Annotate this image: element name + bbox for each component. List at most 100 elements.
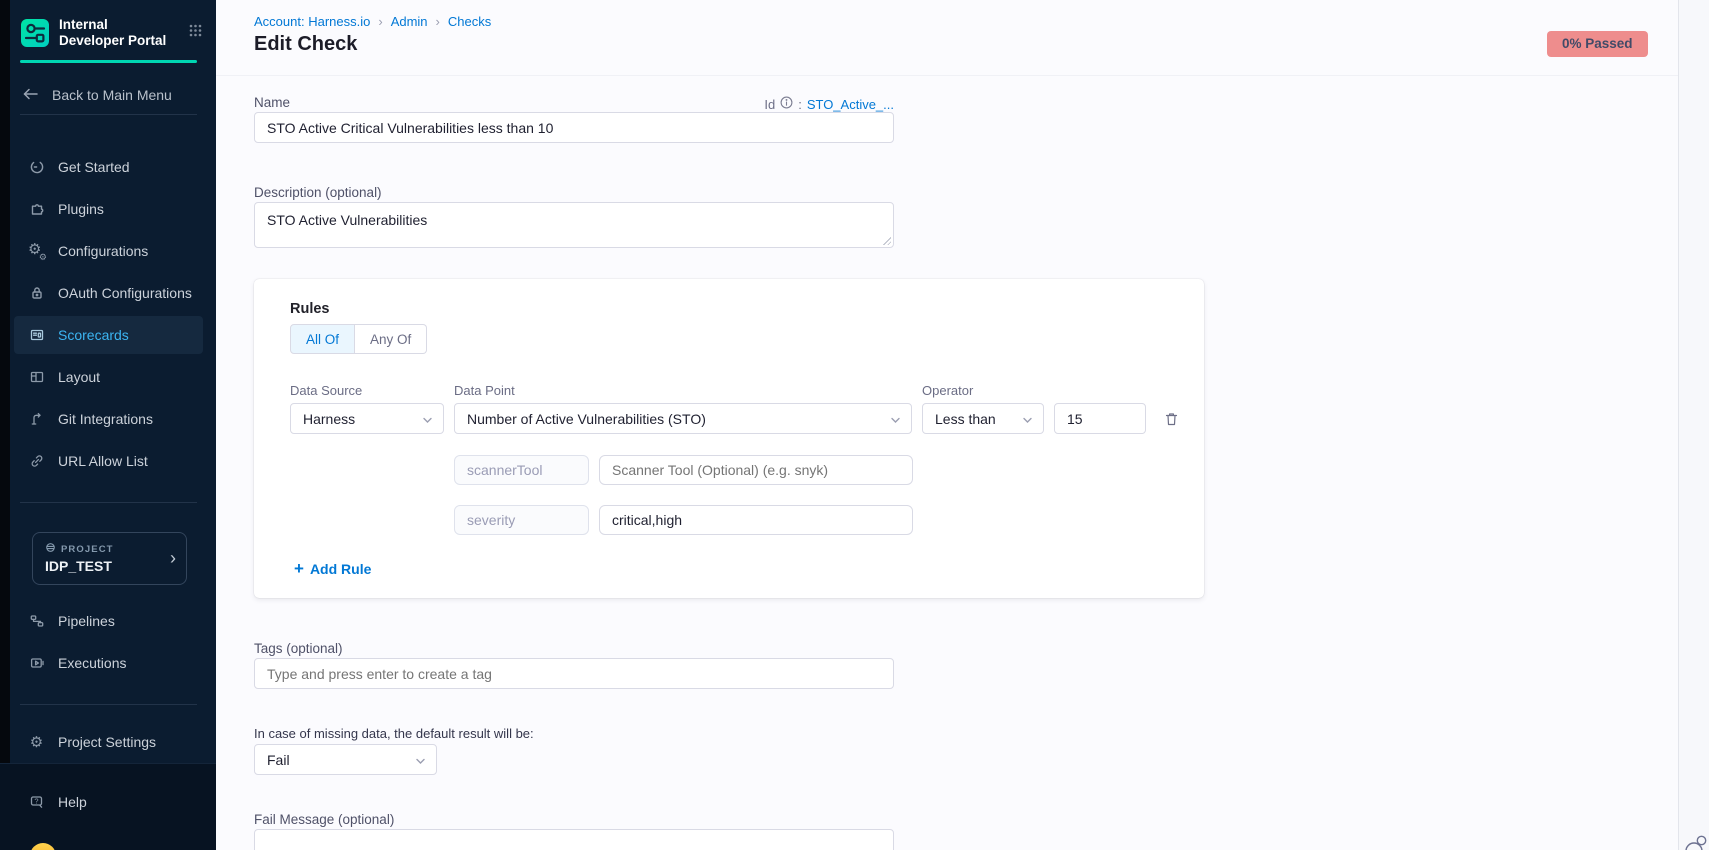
project-name: IDP_TEST	[45, 558, 112, 574]
sidebar-item-scorecards[interactable]: Scorecards	[14, 316, 203, 354]
data-point-column-label: Data Point	[454, 383, 515, 398]
delete-rule-button[interactable]	[1157, 405, 1185, 433]
rules-card: Rules All Of Any Of Data Source Data Poi…	[254, 279, 1204, 598]
plugins-icon	[28, 201, 45, 217]
tags-input[interactable]	[254, 658, 894, 689]
id-row: Id : STO_Active_...	[254, 96, 894, 112]
executions-icon	[28, 655, 45, 671]
sidebar-item-label: Project Settings	[58, 734, 156, 750]
data-source-value: Harness	[303, 411, 355, 427]
page-title: Edit Check	[254, 33, 357, 56]
tab-any-of[interactable]: Any Of	[355, 324, 427, 354]
get-started-icon	[28, 159, 45, 175]
header-divider	[216, 75, 1678, 76]
sidebar-item-label: Get Started	[58, 159, 130, 175]
sidebar-item-label: Plugins	[58, 201, 104, 217]
operator-select[interactable]: Less than	[922, 403, 1044, 434]
missing-data-label: In case of missing data, the default res…	[254, 726, 534, 741]
description-textarea[interactable]: STO Active Vulnerabilities	[254, 202, 894, 248]
nav-rail	[0, 0, 10, 763]
name-input[interactable]	[254, 112, 894, 143]
add-rule-button[interactable]: + Add Rule	[294, 561, 371, 577]
trash-icon	[1164, 411, 1179, 427]
divider	[20, 502, 197, 503]
data-point-value: Number of Active Vulnerabilities (STO)	[467, 411, 706, 427]
sidebar-item-label: Git Integrations	[58, 411, 153, 427]
divider	[20, 114, 197, 115]
sidebar-item-executions[interactable]: Executions	[14, 644, 203, 682]
param-key-severity: severity	[454, 505, 589, 535]
back-arrow-icon	[22, 87, 39, 104]
right-gutter	[1678, 0, 1709, 850]
sidebar-item-project-settings[interactable]: ⚙ Project Settings	[14, 723, 203, 761]
breadcrumb-checks-link[interactable]: Checks	[448, 14, 491, 29]
data-point-select[interactable]: Number of Active Vulnerabilities (STO)	[454, 403, 912, 434]
sidebar-item-url-allow-list[interactable]: URL Allow List	[14, 442, 203, 480]
idp-logo-icon	[20, 18, 50, 48]
accent-underline	[20, 60, 197, 63]
description-label: Description (optional)	[254, 185, 382, 200]
chevron-down-icon	[415, 752, 426, 768]
chevron-down-icon	[890, 411, 901, 427]
info-icon[interactable]	[780, 96, 793, 112]
scanner-tool-input[interactable]	[599, 455, 913, 485]
module-grid-icon[interactable]	[189, 24, 202, 42]
back-label: Back to Main Menu	[52, 87, 172, 103]
app-window: Internal Developer Portal Back to Main M…	[0, 0, 1709, 850]
layout-icon	[28, 369, 45, 385]
sidebar-item-pipelines[interactable]: Pipelines	[14, 602, 203, 640]
sidebar: Internal Developer Portal Back to Main M…	[0, 0, 216, 850]
tab-all-of[interactable]: All Of	[290, 324, 355, 354]
git-branch-icon	[28, 411, 45, 427]
sidebar-item-label: Configurations	[58, 243, 148, 259]
chevron-down-icon	[1022, 411, 1033, 427]
sidebar-item-plugins[interactable]: Plugins	[14, 190, 203, 228]
threshold-value-input[interactable]	[1054, 403, 1146, 434]
breadcrumb-admin-link[interactable]: Admin	[391, 14, 428, 29]
id-colon: :	[798, 97, 802, 112]
param-key-scannertool: scannerTool	[454, 455, 589, 485]
sidebar-item-help[interactable]: ? Help	[14, 783, 203, 821]
pipelines-icon	[28, 613, 45, 629]
sidebar-item-git-integrations[interactable]: Git Integrations	[14, 400, 203, 438]
rules-mode-tabs: All Of Any Of	[290, 324, 427, 354]
data-source-column-label: Data Source	[290, 383, 362, 398]
link-icon	[28, 453, 45, 469]
tags-label: Tags (optional)	[254, 641, 343, 656]
help-widget-icon[interactable]	[1682, 833, 1709, 850]
sidebar-item-label: Layout	[58, 369, 100, 385]
sidebar-item-label: Scorecards	[58, 327, 129, 343]
breadcrumb-separator: ›	[436, 14, 440, 29]
id-label: Id	[764, 97, 775, 112]
breadcrumb-separator: ›	[378, 14, 382, 29]
default-result-select[interactable]: Fail	[254, 744, 437, 775]
chevron-right-icon: ›	[170, 547, 176, 569]
sidebar-item-oauth-configurations[interactable]: OAuth Configurations	[14, 274, 203, 312]
plus-icon: +	[294, 561, 304, 577]
data-source-select[interactable]: Harness	[290, 403, 444, 434]
operator-value: Less than	[935, 411, 996, 427]
sidebar-item-label: Executions	[58, 655, 126, 671]
severity-input[interactable]	[599, 505, 913, 535]
project-selector[interactable]: PROJECT IDP_TEST ›	[32, 532, 187, 585]
id-value[interactable]: STO_Active_...	[807, 97, 894, 112]
sidebar-item-label: URL Allow List	[58, 453, 148, 469]
sidebar-item-layout[interactable]: Layout	[14, 358, 203, 396]
svg-text:?: ?	[34, 797, 38, 806]
divider	[20, 704, 197, 705]
sidebar-item-get-started[interactable]: Get Started	[14, 148, 203, 186]
default-result-value: Fail	[267, 752, 290, 768]
fail-message-label: Fail Message (optional)	[254, 812, 394, 827]
breadcrumb: Account: Harness.io › Admin › Checks	[254, 14, 491, 29]
sidebar-item-configurations[interactable]: ⚙ ⚙ Configurations	[14, 232, 203, 270]
passed-status-badge: 0% Passed	[1547, 31, 1648, 57]
gears-icon: ⚙ ⚙	[28, 243, 45, 260]
breadcrumb-account-link[interactable]: Account: Harness.io	[254, 14, 370, 29]
gear-icon: ⚙	[28, 735, 45, 750]
rules-title: Rules	[290, 301, 330, 317]
help-icon: ?	[28, 794, 45, 810]
sidebar-item-label: OAuth Configurations	[58, 285, 192, 301]
sidebar-item-label: Pipelines	[58, 613, 115, 629]
back-to-main-menu-button[interactable]: Back to Main Menu	[22, 80, 172, 110]
fail-message-textarea[interactable]	[254, 829, 894, 850]
